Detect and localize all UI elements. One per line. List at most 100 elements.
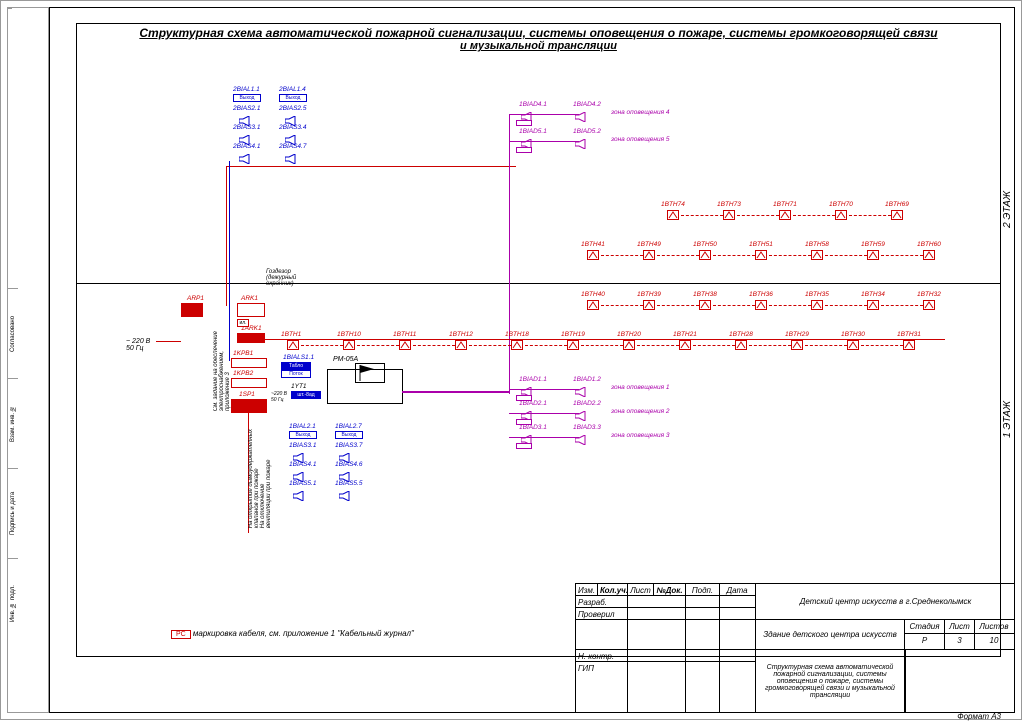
ln-m-z4 [509,114,579,115]
detector-1BTH39 [643,300,655,310]
det-lbl-1BTH34: 1BTH34 [861,291,885,298]
ln-det-main [265,339,945,340]
pwr2: ~220 В 50 Гц [271,391,287,403]
floor2-label: 2 ЭТАЖ [1002,191,1013,228]
ln-pwr [156,341,181,342]
detector-1BTH12 [455,340,467,350]
det-lbl-1BTH10: 1BTH10 [337,331,361,338]
box-vyhod1: Выход [233,94,261,102]
box-iil: ил. [237,319,249,327]
sb-sogl: Согласовано [8,288,18,378]
main-title-2: и музыкальной трансляции [76,40,1001,52]
l-2bias21: 2BIAS2.1 [233,105,260,112]
legend-box: РС [171,630,191,639]
det-lbl-1BTH40: 1BTH40 [581,291,605,298]
f1bial-3: 1BIAS3.7 [335,442,362,449]
detector-1BTH51 [755,250,767,260]
detector-1BTH50 [699,250,711,260]
sb-vzam: Взам. инв. № [8,378,18,468]
detector-1BTH38 [699,300,711,310]
detector-1BTH28 [735,340,747,350]
f1bial-5: 1BIAS4.6 [335,461,362,468]
f1bial-4: 1BIAS4.1 [289,461,316,468]
spk-31 [239,132,253,142]
zone3: зона оповещения 3 [611,432,669,439]
ln-b-vert [229,161,230,361]
det-lbl-1BTH30: 1BTH30 [841,331,865,338]
det-lbl-1BTH36: 1BTH36 [749,291,773,298]
detector-1BTH32 [923,300,935,310]
f1bial-0: 1BIAL2.1 [289,423,316,430]
l-2bias47: 2BIAS4.7 [279,143,306,150]
detector-1BTH59 [867,250,879,260]
detector-1BTH41 [587,250,599,260]
detector-1BTH18 [511,340,523,350]
l-1kpb2: 1KPB2 [233,370,253,377]
ln-h-f2 [226,166,516,167]
spk-41 [239,151,253,161]
det-lbl-1BTH18: 1BTH18 [505,331,529,338]
f1biad-2: 1BIAD2.1 [519,400,547,407]
det-lbl-1BTH19: 1BTH19 [561,331,585,338]
ln-m-vert [509,114,510,394]
detector-1BTH70 [835,210,847,220]
mb2 [516,147,532,153]
l-2bias41: 2BIAS4.1 [233,143,260,150]
det-lbl-1BTH39: 1BTH39 [637,291,661,298]
f1bial-6: 1BIAS5.1 [289,480,316,487]
l-1sp1: 1SP1 [239,391,255,398]
det-lbl-1BTH60: 1BTH60 [917,241,941,248]
det-lbl-1BTH32: 1BTH32 [917,291,941,298]
detector-1BTH74 [667,210,679,220]
detector-1BTH69 [891,210,903,220]
main-title: Структурная схема автоматической пожарно… [76,26,1001,40]
detector-1BTH30 [847,340,859,350]
l-arp1: ARP1 [187,295,204,302]
box-vyhod2: Выход [279,94,307,102]
l-yt1: 1YT1 [291,383,307,390]
detector-1BTH35 [811,300,823,310]
l-2bias34: 2BIAS3.4 [279,124,306,131]
box-potok: Поток [281,370,311,378]
box-yt1: шт.-8ад [291,391,321,399]
legend: РС маркировка кабеля, см. приложение 1 "… [171,629,414,639]
detector-1BTH31 [903,340,915,350]
floor1-label: 1 ЭТАЖ [1002,401,1013,438]
det-lbl-1BTH31: 1BTH31 [897,331,921,338]
det-lbl-1BTH41: 1BTH41 [581,241,605,248]
det-lbl-1BTH58: 1BTH58 [805,241,829,248]
pm-box [327,369,403,404]
det-lbl-1BTH28: 1BTH28 [729,331,753,338]
det-lbl-1BTH29: 1BTH29 [785,331,809,338]
detector-1BTH73 [723,210,735,220]
zone1: зона оповещения 1 [611,384,669,391]
l-1biad42: 1BIAD4.2 [573,101,601,108]
zone2: зона оповещения 2 [611,408,669,415]
f1biad-4: 1BIAD3.1 [519,424,547,431]
detector-1BTH36 [755,300,767,310]
spk-21 [239,113,253,123]
l-1biad52: 1BIAD5.2 [573,128,601,135]
box-ark1 [237,303,265,317]
det-lbl-1BTH51: 1BTH51 [749,241,773,248]
sb-podp: Подпись и дата [8,468,18,558]
box-tablo: Табло [281,362,311,370]
box-1kpb2 [231,378,267,388]
det-lbl-1BTH73: 1BTH73 [717,201,741,208]
l-1biad41: 1BIAD4.1 [519,101,547,108]
mb1 [516,120,532,126]
l-bials11: 1BIALS1.1 [283,354,314,361]
f1biad-0: 1BIAD1.1 [519,376,547,383]
box-1kpb1 [231,358,267,368]
l-1kpb1: 1KPB1 [233,350,253,357]
ln-m-h [402,391,509,393]
zone5: зона оповещения 5 [611,136,669,143]
det-lbl-1BTH49: 1BTH49 [637,241,661,248]
det-lbl-1BTH35: 1BTH35 [805,291,829,298]
detector-1BTH19 [567,340,579,350]
detector-1BTH29 [791,340,803,350]
l-pm: РМ-05А [333,356,358,363]
det-lbl-1BTH1: 1BTH1 [281,331,301,338]
vnote2: На открытие дымоудержателных клапанов пр… [248,429,272,528]
sb-inv: Инв. № подл. [8,558,18,648]
